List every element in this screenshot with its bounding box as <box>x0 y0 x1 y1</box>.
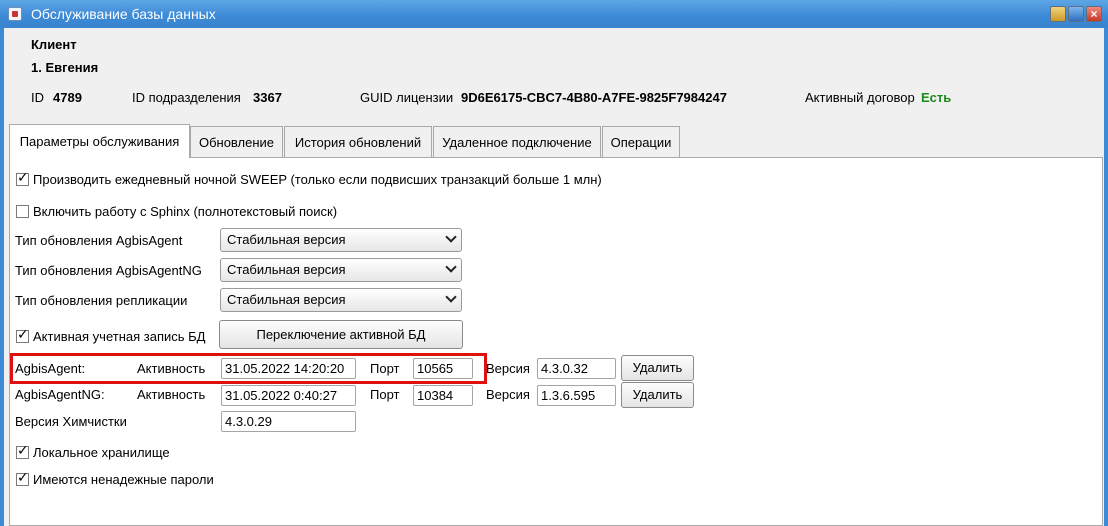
id-value: 4789 <box>53 90 82 105</box>
sweep-checkbox[interactable] <box>16 172 29 186</box>
agent-port-field[interactable]: 10565 <box>413 358 473 379</box>
contract-status: Есть <box>921 90 952 105</box>
window-controls: × <box>1050 6 1102 22</box>
client-name: 1. Евгения <box>31 60 99 75</box>
agentng-update-label: Тип обновления AgbisAgentNG <box>15 263 202 278</box>
window-title: Обслуживание базы данных <box>31 6 216 22</box>
active-account-checkbox[interactable] <box>16 329 29 343</box>
agentng-name-label: AgbisAgentNG: <box>15 387 105 402</box>
tab-update-history[interactable]: История обновлений <box>284 126 432 157</box>
replication-update-label: Тип обновления репликации <box>15 293 188 308</box>
agentng-port-label: Порт <box>370 387 400 402</box>
tab-remote-connection[interactable]: Удаленное подключение <box>433 126 601 157</box>
chevron-down-icon <box>445 291 457 303</box>
select-value: Стабильная версия <box>227 262 346 277</box>
agentng-activity-label: Активность <box>137 387 206 402</box>
local-storage-checkbox[interactable] <box>16 445 29 459</box>
chevron-down-icon <box>445 261 457 273</box>
weak-passwords-label: Имеются ненадежные пароли <box>33 472 214 487</box>
agentng-delete-button[interactable]: Удалить <box>621 382 694 408</box>
drycleaning-version-field[interactable]: 4.3.0.29 <box>221 411 356 432</box>
sphinx-checkbox[interactable] <box>16 205 29 218</box>
guid-label: GUID лицензии <box>360 90 454 105</box>
contract-label: Активный договор <box>805 90 915 105</box>
tab-label: Обновление <box>198 134 275 150</box>
id-label: ID <box>31 90 44 105</box>
close-icon[interactable]: × <box>1086 6 1102 22</box>
tab-operations[interactable]: Операции <box>602 126 680 157</box>
active-account-label: Активная учетная запись БД <box>33 329 206 344</box>
select-value: Стабильная версия <box>227 292 346 307</box>
dept-value: 3367 <box>253 90 282 105</box>
weak-passwords-checkbox[interactable] <box>16 472 29 486</box>
maximize-icon[interactable] <box>1068 6 1084 22</box>
agentng-activity-field[interactable]: 31.05.2022 0:40:27 <box>221 385 356 406</box>
agentng-version-field[interactable]: 1.3.6.595 <box>537 385 616 406</box>
agentng-port-field[interactable]: 10384 <box>413 385 473 406</box>
agentng-update-select[interactable]: Стабильная версия <box>220 258 462 282</box>
title-bar[interactable]: Обслуживание базы данных × <box>0 0 1108 28</box>
tab-update[interactable]: Обновление <box>190 126 283 157</box>
tab-label: Операции <box>610 134 672 150</box>
dept-label: ID подразделения <box>132 90 241 105</box>
tab-label: Параметры обслуживания <box>19 134 180 149</box>
agent-update-label: Тип обновления AgbisAgent <box>15 233 183 248</box>
agent-activity-label: Активность <box>137 361 206 376</box>
tab-label: Удаленное подключение <box>442 134 592 150</box>
sweep-label: Производить ежедневный ночной SWEEP (тол… <box>33 172 602 187</box>
minimize-icon[interactable] <box>1050 6 1066 22</box>
replication-update-select[interactable]: Стабильная версия <box>220 288 462 312</box>
select-value: Стабильная версия <box>227 232 346 247</box>
agent-update-select[interactable]: Стабильная версия <box>220 228 462 252</box>
app-icon <box>8 7 22 21</box>
agent-delete-button[interactable]: Удалить <box>621 355 694 381</box>
switch-active-db-button[interactable]: Переключение активной БД <box>219 320 463 349</box>
guid-value: 9D6E6175-CBC7-4B80-A7FE-9825F7984247 <box>461 90 727 105</box>
agentng-version-label: Версия <box>486 387 530 402</box>
agent-activity-field[interactable]: 31.05.2022 14:20:20 <box>221 358 356 379</box>
agent-name-label: AgbisAgent: <box>15 361 86 376</box>
window-border-left <box>0 28 4 526</box>
tab-label: История обновлений <box>294 134 422 150</box>
agent-port-label: Порт <box>370 361 400 376</box>
tab-maintenance-params[interactable]: Параметры обслуживания <box>9 124 190 158</box>
agent-version-field[interactable]: 4.3.0.32 <box>537 358 616 379</box>
local-storage-label: Локальное хранилище <box>33 445 170 460</box>
drycleaning-version-label: Версия Химчистки <box>15 414 127 429</box>
sphinx-label: Включить работу с Sphinx (полнотекстовый… <box>33 204 338 219</box>
window-border-right <box>1104 28 1108 526</box>
agent-version-label: Версия <box>486 361 530 376</box>
client-heading: Клиент <box>31 37 77 52</box>
chevron-down-icon <box>445 231 457 243</box>
